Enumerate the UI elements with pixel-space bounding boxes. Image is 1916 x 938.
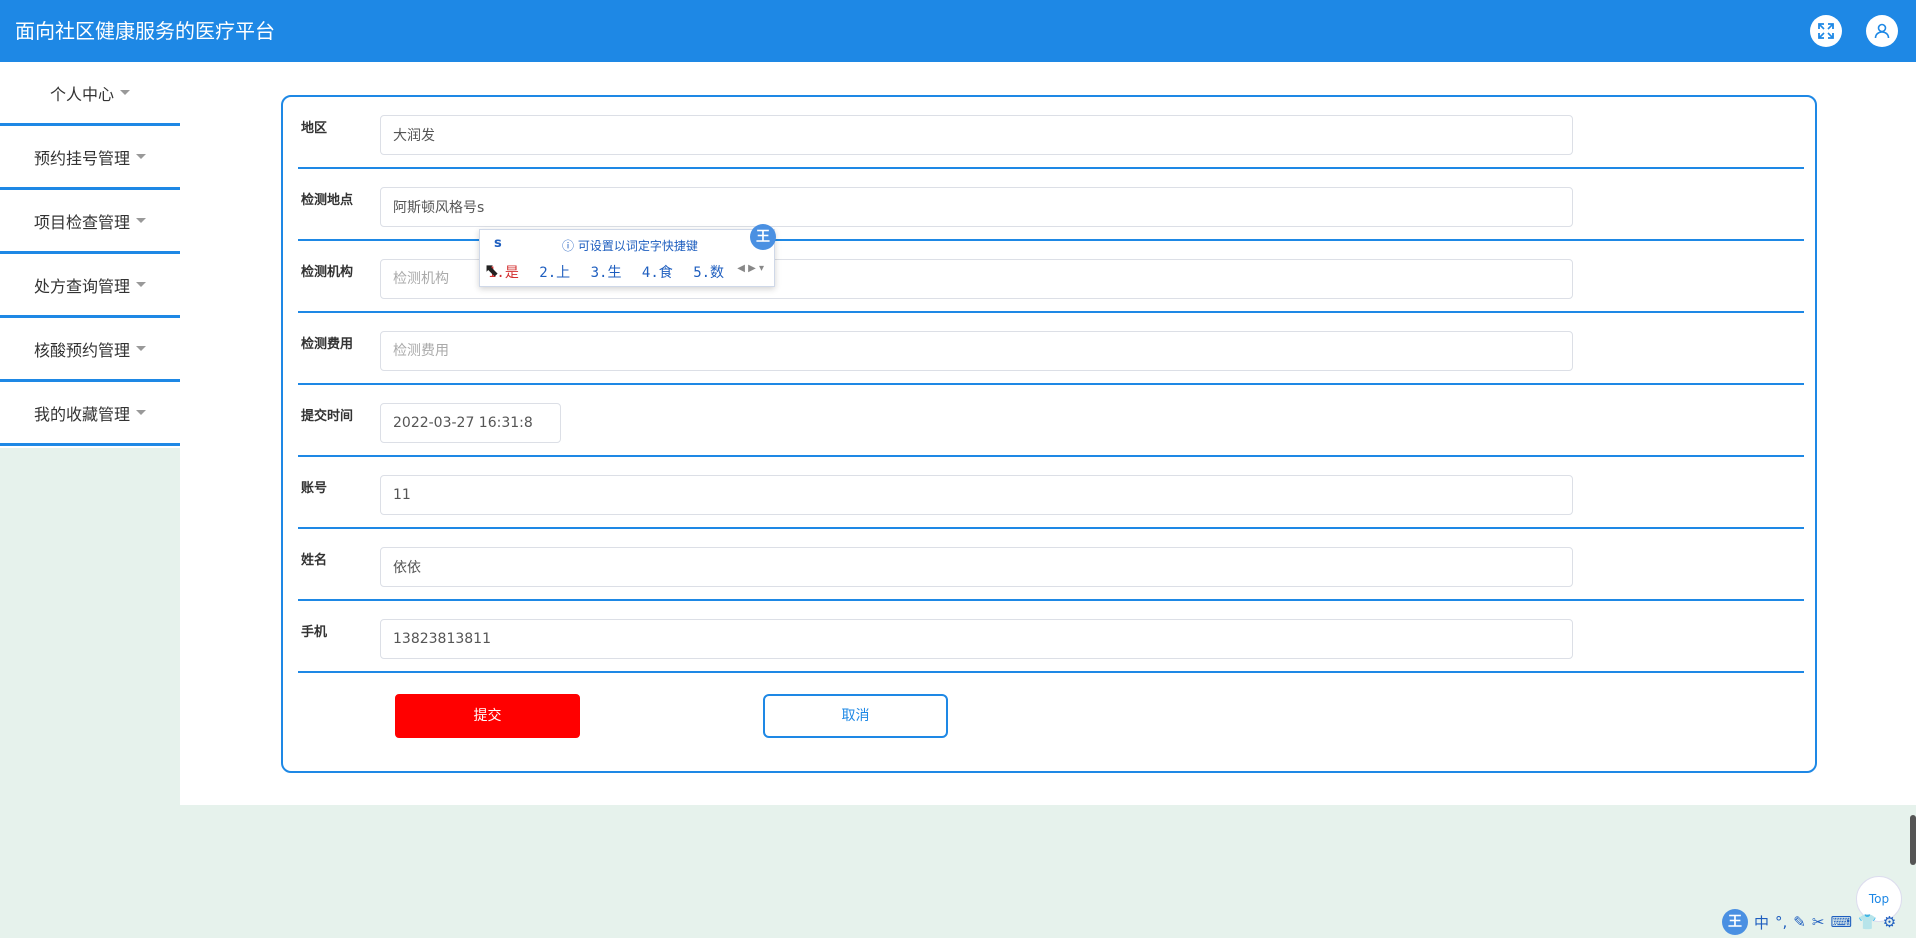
caret-down-icon <box>120 90 130 95</box>
ime-logo-badge: 王 <box>750 224 776 250</box>
field-label: 姓名 <box>301 553 328 568</box>
keyboard-icon[interactable]: ⌨ <box>1830 913 1852 931</box>
sidebar-item-personal-center[interactable]: 个人中心 <box>0 62 180 126</box>
ime-page-arrows-icon[interactable]: ◀ ▶ ▾ <box>737 263 764 274</box>
form-card: 地区 检测地点 检测机构 检测费用 提交时间 账号 姓名 手机 <box>281 95 1817 773</box>
sidebar: 个人中心 预约挂号管理 项目检查管理 处方查询管理 核酸预约管理 我的收藏管理 <box>0 62 180 448</box>
pen-icon[interactable]: ✎ <box>1793 913 1806 931</box>
sidebar-item-inspection[interactable]: 项目检查管理 <box>0 190 180 254</box>
form-row-region: 地区 <box>298 97 1804 169</box>
ime-toolbar: 王 中 °, ✎ ✂ ⌨ 👕 ⚙ <box>1722 906 1916 938</box>
field-label: 手机 <box>301 625 328 640</box>
field-label: 账号 <box>301 481 328 496</box>
fullscreen-button[interactable] <box>1810 15 1842 47</box>
field-label: 检测机构 <box>301 265 354 280</box>
top-header: 面向社区健康服务的医疗平台 <box>0 0 1916 62</box>
sidebar-item-favorites[interactable]: 我的收藏管理 <box>0 382 180 446</box>
gear-icon[interactable]: ⚙ <box>1883 913 1896 931</box>
submit-time-input[interactable] <box>380 403 561 443</box>
sidebar-item-label: 处方查询管理 <box>33 276 130 296</box>
ime-candidate-popup: s ⓘ 可设置以词定字快捷键 王 1.是 2.上 3.生 4.食 5.数 ◀ ▶… <box>479 224 776 287</box>
ime-tip: ⓘ 可设置以词定字快捷键 <box>562 239 698 253</box>
ime-candidate[interactable]: 5.数 <box>693 265 724 281</box>
user-button[interactable] <box>1866 15 1898 47</box>
ime-mode-toggle[interactable]: 中 <box>1754 912 1769 933</box>
ime-candidates: 1.是 2.上 3.生 4.食 5.数 <box>488 262 736 282</box>
form-row-phone: 手机 <box>298 601 1804 673</box>
punctuation-icon[interactable]: °, <box>1775 913 1787 931</box>
scrollbar-thumb[interactable] <box>1910 815 1916 865</box>
sidebar-item-label: 核酸预约管理 <box>33 340 130 360</box>
field-label: 提交时间 <box>301 409 354 424</box>
name-input[interactable] <box>380 547 1573 587</box>
caret-down-icon <box>136 154 146 159</box>
sidebar-item-label: 预约挂号管理 <box>33 148 130 168</box>
user-icon <box>1874 23 1890 39</box>
ime-candidate[interactable]: 2.上 <box>539 265 570 281</box>
ime-tip-text: 可设置以词定字快捷键 <box>577 239 698 253</box>
sidebar-item-label: 个人中心 <box>49 84 114 104</box>
form-row-name: 姓名 <box>298 529 1804 601</box>
expand-icon <box>1818 23 1834 39</box>
submit-button[interactable]: 提交 <box>395 694 580 738</box>
phone-input[interactable] <box>380 619 1573 659</box>
field-label: 检测费用 <box>301 337 354 352</box>
mouse-cursor-icon: ⬉ <box>484 260 500 281</box>
ime-logo-icon[interactable]: 王 <box>1722 909 1748 935</box>
sidebar-item-prescription[interactable]: 处方查询管理 <box>0 254 180 318</box>
ime-candidate[interactable]: 3.生 <box>591 265 622 281</box>
form-row-submit-time: 提交时间 <box>298 385 1804 457</box>
scissors-icon[interactable]: ✂ <box>1812 913 1825 931</box>
sidebar-item-label: 项目检查管理 <box>33 212 130 232</box>
account-input[interactable] <box>380 475 1573 515</box>
app-title: 面向社区健康服务的医疗平台 <box>15 19 275 43</box>
field-label: 检测地点 <box>301 193 354 208</box>
skin-icon[interactable]: 👕 <box>1858 913 1877 931</box>
form-row-test-fee: 检测费用 <box>298 313 1804 385</box>
caret-down-icon <box>136 282 146 287</box>
form-row-account: 账号 <box>298 457 1804 529</box>
sidebar-item-label: 我的收藏管理 <box>33 404 130 424</box>
caret-down-icon <box>136 346 146 351</box>
ime-candidate[interactable]: 4.食 <box>642 265 673 281</box>
field-label: 地区 <box>301 121 328 136</box>
ime-composition: s <box>494 236 502 251</box>
caret-down-icon <box>136 218 146 223</box>
region-input[interactable] <box>380 115 1573 155</box>
sidebar-item-nucleic-acid[interactable]: 核酸预约管理 <box>0 318 180 382</box>
sidebar-item-appointment[interactable]: 预约挂号管理 <box>0 126 180 190</box>
cancel-button[interactable]: 取消 <box>763 694 948 738</box>
test-fee-input[interactable] <box>380 331 1573 371</box>
caret-down-icon <box>136 410 146 415</box>
test-location-input[interactable] <box>380 187 1573 227</box>
